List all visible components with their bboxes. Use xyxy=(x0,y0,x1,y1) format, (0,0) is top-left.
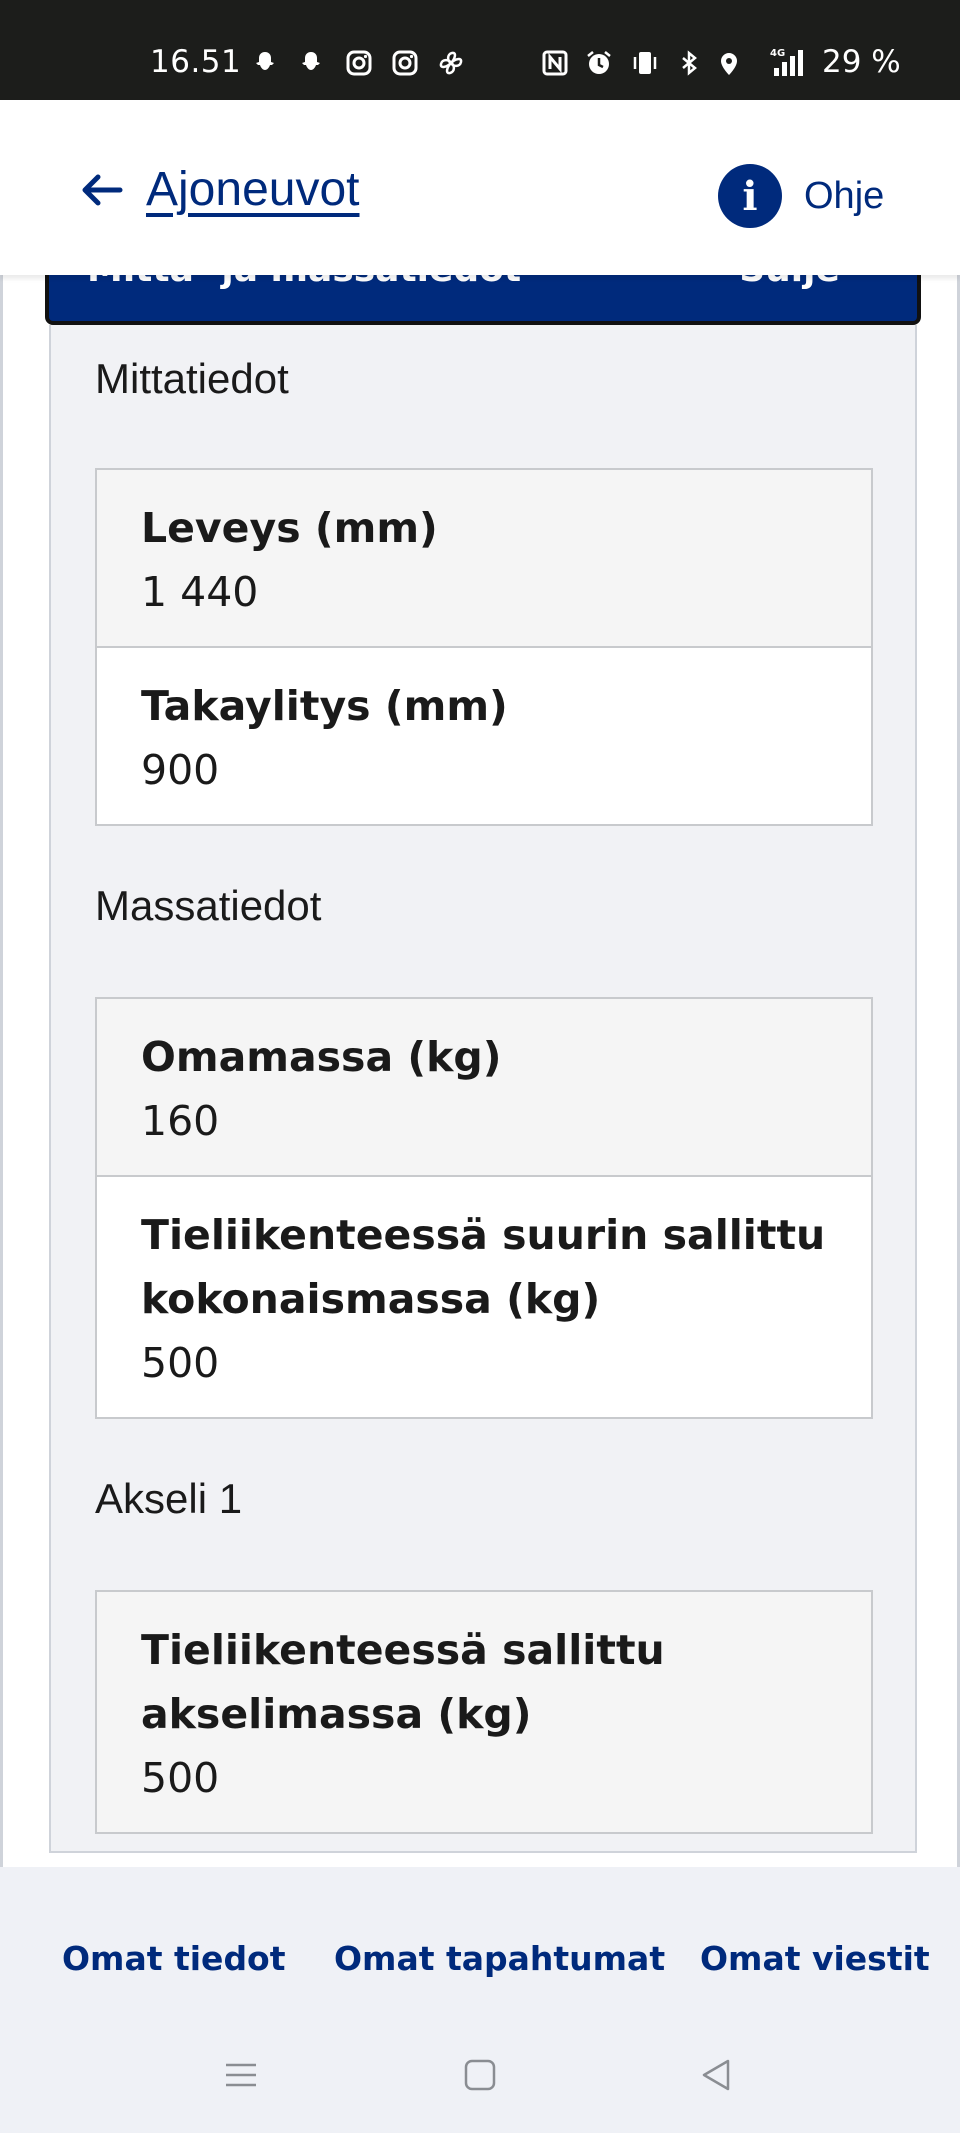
instagram-icon xyxy=(390,48,420,78)
detail-row: Omamassa (kg) 160 xyxy=(97,999,871,1175)
nav-omat-tapahtumat[interactable]: Omat tapahtumat xyxy=(334,1939,665,1978)
back-icon[interactable] xyxy=(694,2053,738,2097)
detail-value: 160 xyxy=(141,1097,220,1145)
status-bar: 16.51 4G 29 % xyxy=(0,0,960,100)
details-card-akseli: Tieliikenteessä sallittu akselimassa (kg… xyxy=(95,1590,873,1834)
detail-label: Tieliikenteessä sallittu akselimassa (kg… xyxy=(141,1626,665,1738)
detail-row: Leveys (mm) 1 440 xyxy=(97,470,871,646)
alarm-icon xyxy=(584,48,614,78)
instagram-icon xyxy=(344,48,374,78)
back-link-label: Ajoneuvot xyxy=(146,163,360,216)
bluetooth-icon xyxy=(674,48,704,78)
snapchat-icon xyxy=(296,48,326,78)
detail-label: Leveys (mm) xyxy=(141,504,438,552)
nav-omat-tiedot[interactable]: Omat tiedot xyxy=(62,1939,286,1978)
help-label: Ohje xyxy=(804,174,885,217)
section-title-massatiedot: Massatiedot xyxy=(95,882,322,929)
accordion-close-label: Sulje xyxy=(739,275,840,290)
fan-icon xyxy=(436,48,466,78)
detail-value: 1 440 xyxy=(141,568,259,616)
section-title-akseli: Akseli 1 xyxy=(95,1475,243,1522)
detail-row: Tieliikenteessä suurin sallittu kokonais… xyxy=(97,1175,871,1417)
detail-value: 500 xyxy=(141,1339,220,1387)
arrow-left-icon xyxy=(82,174,123,205)
nfc-icon xyxy=(540,48,570,78)
accordion-panel: Mittatiedot Leveys (mm) 1 440 Takaylitys… xyxy=(49,325,917,1853)
svg-text:4G: 4G xyxy=(770,48,785,59)
home-icon[interactable] xyxy=(458,2053,502,2097)
info-icon: i xyxy=(718,164,782,228)
detail-label: Omamassa (kg) xyxy=(141,1033,502,1081)
status-time: 16.51 xyxy=(150,44,242,80)
help-button[interactable]: i Ohje xyxy=(718,164,884,228)
system-navigation-bar xyxy=(0,2023,960,2133)
recents-icon[interactable] xyxy=(219,2053,263,2097)
accordion-close-button[interactable]: Sulje ⌃ xyxy=(739,275,877,290)
location-icon xyxy=(714,48,744,78)
battery-level: 29 % xyxy=(822,44,901,80)
accordion-header[interactable]: Mitta- ja massatiedot Sulje ⌃ xyxy=(45,275,921,325)
detail-label: Takaylitys (mm) xyxy=(141,682,508,730)
back-link[interactable]: Ajoneuvot xyxy=(78,162,360,217)
app-header: Ajoneuvot i Ohje xyxy=(0,100,960,275)
nav-omat-viestit[interactable]: Omat viestit xyxy=(700,1939,930,1978)
detail-value: 500 xyxy=(141,1754,220,1802)
detail-label: Tieliikenteessä suurin sallittu kokonais… xyxy=(141,1211,826,1323)
snapchat-icon xyxy=(250,48,280,78)
vibrate-icon xyxy=(630,48,660,78)
detail-value: 900 xyxy=(141,746,220,794)
details-card-massatiedot: Omamassa (kg) 160 Tieliikenteessä suurin… xyxy=(95,997,873,1419)
accordion-title: Mitta- ja massatiedot xyxy=(87,275,521,290)
signal-4g-icon: 4G xyxy=(770,46,812,78)
chevron-up-icon: ⌃ xyxy=(852,275,877,287)
section-title-mittatiedot: Mittatiedot xyxy=(95,355,289,402)
detail-row: Takaylitys (mm) 900 xyxy=(97,646,871,824)
detail-row: Tieliikenteessä sallittu akselimassa (kg… xyxy=(97,1592,871,1832)
details-card-mittatiedot: Leveys (mm) 1 440 Takaylitys (mm) 900 xyxy=(95,468,873,826)
vehicle-details-content: Mitta- ja massatiedot Sulje ⌃ Mittatiedo… xyxy=(0,275,960,1867)
bottom-navigation: Omat tiedot Omat tapahtumat Omat viestit xyxy=(0,1867,960,2023)
